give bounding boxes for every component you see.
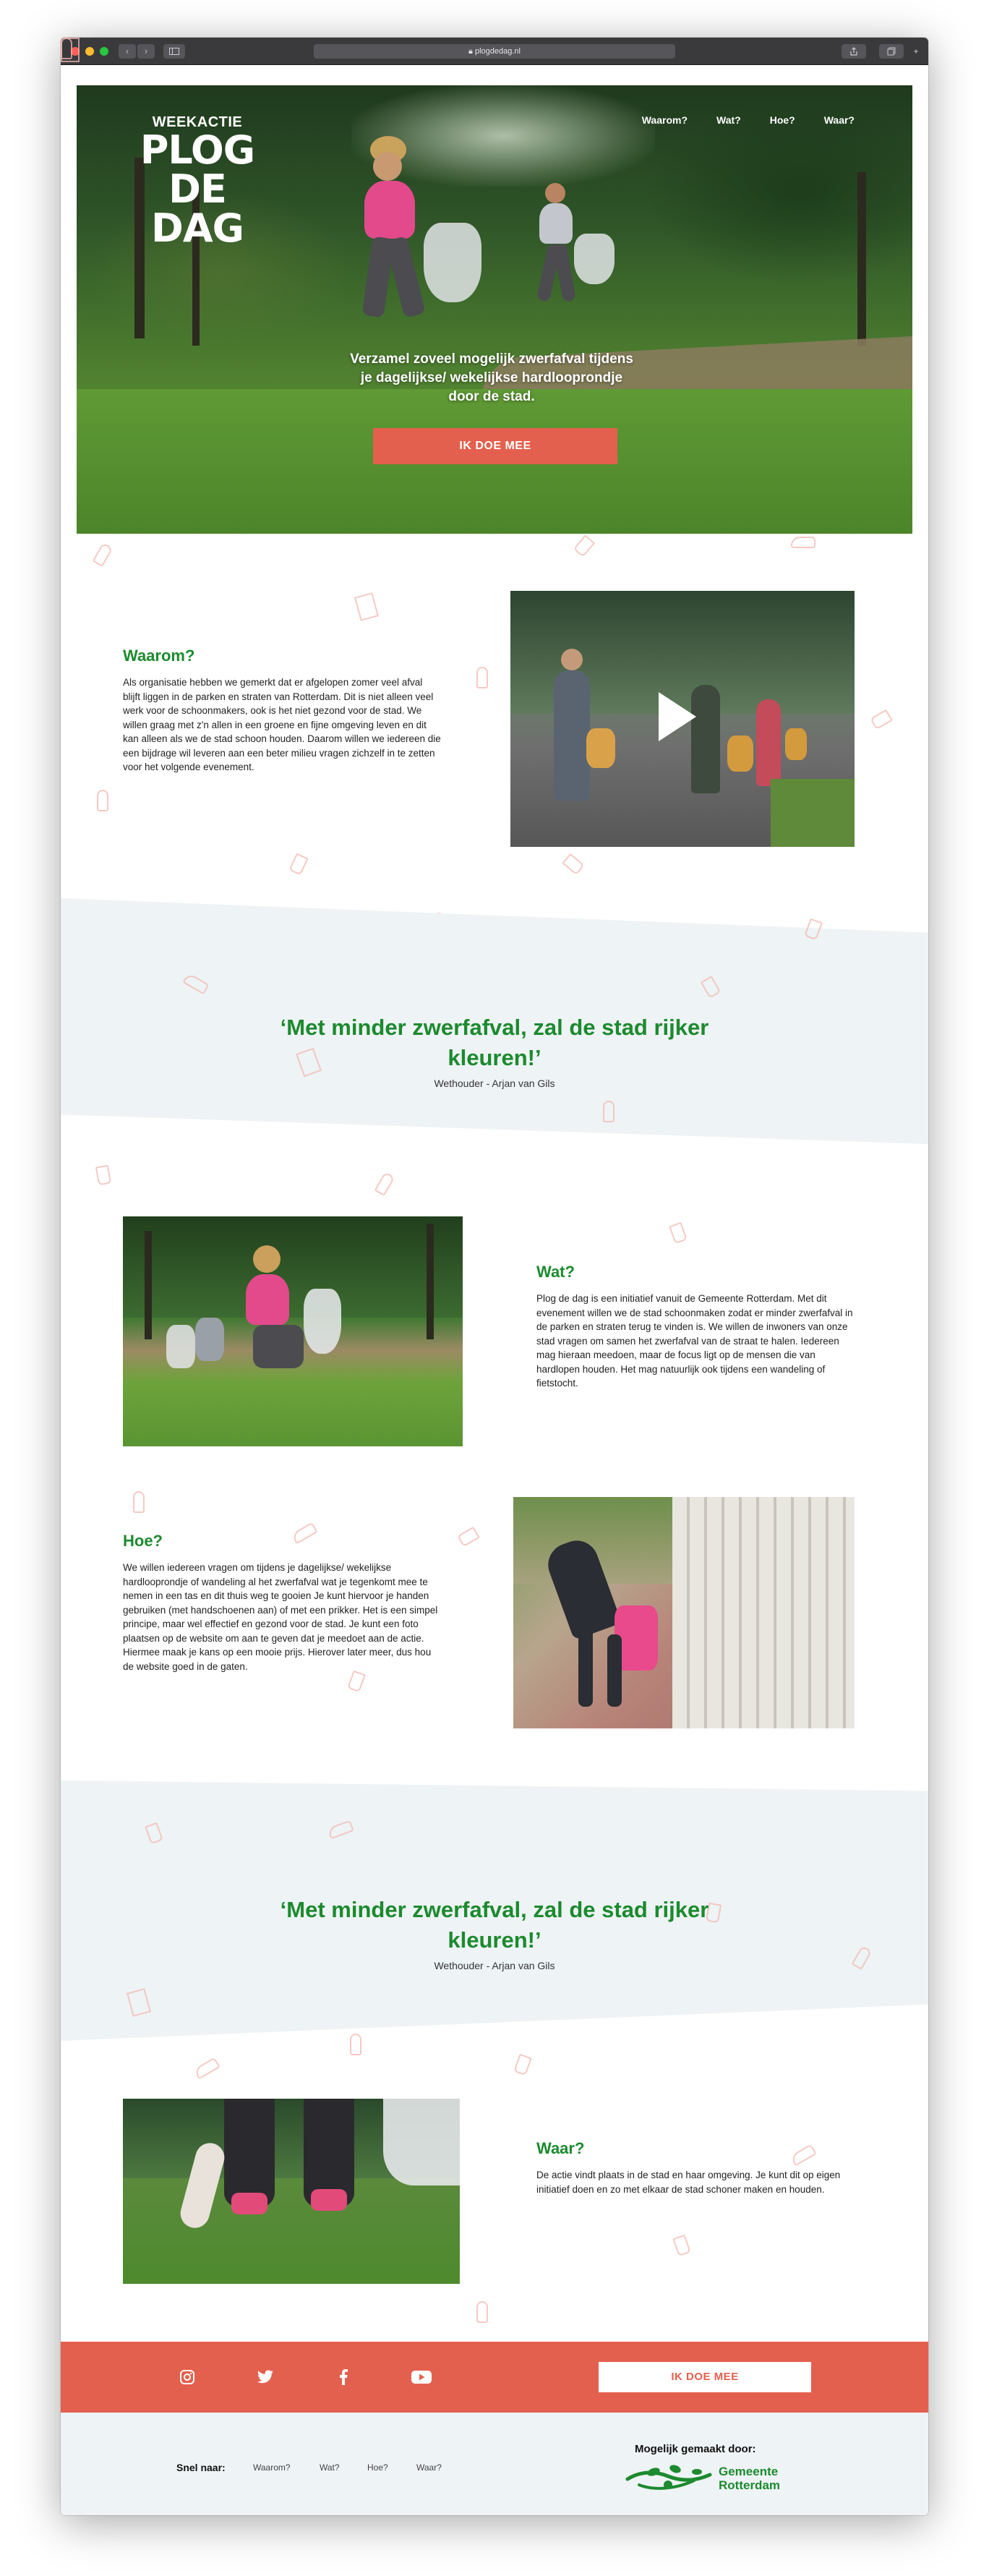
cup-doodle-icon	[288, 853, 309, 876]
hoe-title: Hoe?	[123, 1532, 163, 1550]
address-text: plogdedag.nl	[474, 47, 521, 56]
site-logo[interactable]: WEEKACTIE PLOG DE DAG	[121, 114, 273, 248]
new-tab-button[interactable]: +	[908, 44, 924, 59]
wat-text: Plog de dag is een initiatief vanuit de …	[536, 1293, 853, 1389]
nav-link-waar[interactable]: Waar?	[824, 114, 855, 126]
share-button[interactable]	[842, 44, 866, 59]
waarom-video[interactable]	[510, 591, 855, 847]
hero-tagline: Verzamel zoveel mogelijk zwerfafval tijd…	[350, 351, 633, 404]
cup-doodle-icon	[562, 853, 585, 876]
footer-link-waar[interactable]: Waar?	[416, 2462, 442, 2473]
shoe-doodle-icon	[789, 2144, 817, 2167]
bottle-doodle-icon	[97, 790, 108, 811]
sponsor-line-1: Gemeente	[719, 2465, 779, 2478]
logo-line-2: DE DAG	[151, 166, 244, 251]
minimize-window-button[interactable]	[85, 47, 94, 56]
shoe-doodle-icon	[193, 2057, 221, 2080]
tree-trunk	[857, 172, 866, 346]
back-button[interactable]: ‹	[119, 44, 136, 59]
quote-author-1: Wethouder - Arjan van Gils	[434, 1078, 555, 1089]
footer-link-waarom[interactable]: Waarom?	[253, 2462, 291, 2473]
waar-text: De actie vindt plaats in de stad en haar…	[536, 2170, 841, 2195]
nav-link-hoe[interactable]: Hoe?	[770, 114, 795, 126]
chevron-left-icon: ‹	[125, 46, 129, 56]
cup-doodle-icon	[672, 2234, 691, 2257]
plus-icon: +	[913, 46, 919, 56]
sponsor-line-2: Rotterdam	[719, 2478, 781, 2492]
join-button[interactable]: IK DOE MEE	[373, 428, 617, 464]
quick-links-label: Snel naar:	[176, 2462, 226, 2473]
footer-link-hoe[interactable]: Hoe?	[367, 2462, 388, 2473]
cup-doodle-icon	[870, 709, 893, 730]
hoe-photo	[513, 1497, 855, 1728]
box-doodle-icon	[354, 592, 379, 621]
youtube-icon[interactable]	[411, 2368, 432, 2386]
bottle-doodle-icon	[374, 1172, 395, 1196]
nav-link-wat[interactable]: Wat?	[716, 114, 741, 126]
waarom-text: Als organisatie hebben we gemerkt dat er…	[123, 677, 441, 772]
bottle-doodle-icon	[350, 2034, 361, 2055]
cup-doodle-icon	[669, 1221, 688, 1245]
share-icon	[850, 47, 857, 56]
sidebar-icon	[169, 48, 179, 55]
instagram-icon[interactable]	[178, 2368, 197, 2386]
sidebar-toggle-button[interactable]	[163, 44, 185, 59]
browser-toolbar: ‹ › 🔒︎ plogdedag.nl +	[61, 38, 928, 65]
cup-doodle-icon	[95, 1164, 112, 1186]
bottle-doodle-icon	[476, 2301, 488, 2323]
waar-title: Waar?	[536, 2139, 585, 2157]
address-bar[interactable]: 🔒︎ plogdedag.nl	[314, 44, 675, 59]
nav-link-waarom[interactable]: Waarom?	[642, 114, 688, 126]
shoe-doodle-icon	[291, 1522, 318, 1545]
hero-runner-woman-2	[518, 183, 619, 335]
forward-button[interactable]: ›	[137, 44, 155, 59]
bottle-doodle-icon	[61, 38, 72, 59]
lock-icon: 🔒︎	[468, 47, 473, 56]
cup-doodle-icon	[347, 1670, 366, 1693]
bottle-doodle-icon	[476, 667, 488, 688]
maximize-window-button[interactable]	[100, 47, 108, 56]
main-nav: Waarom? Wat? Hoe? Waar?	[642, 114, 855, 126]
tabs-icon	[887, 47, 896, 56]
footer: Snel naar: Waarom? Wat? Hoe? Waar? Mogel…	[61, 2413, 928, 2515]
cup-doodle-icon	[457, 1526, 480, 1548]
made-by-label: Mogelijk gemaakt door:	[635, 2443, 756, 2455]
waar-photo	[123, 2099, 460, 2284]
footer-join-button[interactable]: IK DOE MEE	[599, 2362, 811, 2392]
footer-cta-bar: IK DOE MEE	[61, 2342, 928, 2413]
footer-link-wat[interactable]: Wat?	[320, 2462, 340, 2473]
play-icon[interactable]	[659, 692, 696, 741]
wat-photo	[123, 1216, 463, 1446]
browser-window: ‹ › 🔒︎ plogdedag.nl + WEEKACTIE PLOG DE …	[61, 38, 928, 2515]
cup-doodle-icon	[573, 534, 596, 558]
hero-runner-woman	[337, 136, 481, 353]
quote-author-2: Wethouder - Arjan van Gils	[434, 1960, 555, 1971]
sponsor-name: Gemeente Rotterdam	[719, 2465, 780, 2492]
hoe-text: We willen iedereen vragen om tijdens je …	[123, 1562, 438, 1672]
chevron-right-icon: ›	[144, 46, 148, 56]
logo-line-1: PLOG	[140, 127, 255, 173]
cup-doodle-icon	[513, 2053, 532, 2076]
wat-title: Wat?	[536, 1263, 575, 1281]
hero-section: WEEKACTIE PLOG DE DAG Waarom? Wat? Hoe? …	[77, 85, 912, 534]
shoe-doodle-icon	[791, 537, 815, 548]
tabs-button[interactable]	[879, 44, 904, 59]
bottle-doodle-icon	[603, 1101, 615, 1122]
bottle-doodle-icon	[92, 542, 114, 567]
facebook-icon[interactable]	[334, 2368, 353, 2386]
twitter-icon[interactable]	[256, 2368, 275, 2386]
waarom-title: Waarom?	[123, 647, 195, 665]
bottle-doodle-icon	[133, 1491, 145, 1513]
quote-text-1: ‘Met minder zwerfafval, zal de stad rijk…	[280, 1015, 709, 1070]
quote-text-2: ‘Met minder zwerfafval, zal de stad rijk…	[280, 1897, 709, 1953]
